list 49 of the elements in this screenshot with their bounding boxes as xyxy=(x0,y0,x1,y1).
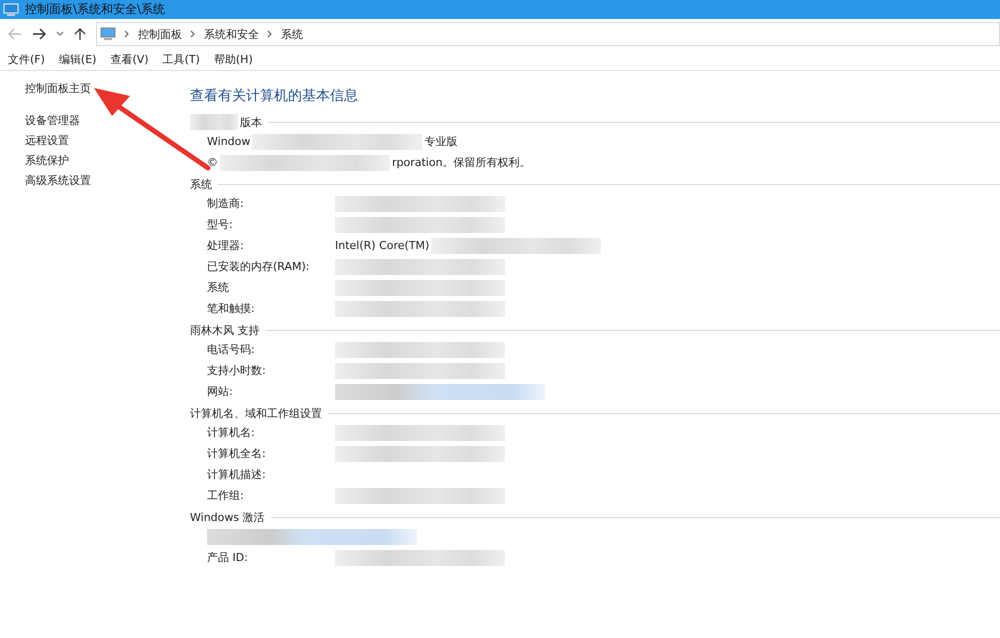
section-heading: 系统 xyxy=(190,176,212,192)
field-label: 计算机全名: xyxy=(207,446,267,461)
menu-item[interactable]: 编辑(E) xyxy=(58,52,96,67)
field-label: 型号: xyxy=(207,217,234,232)
field-label: 计算机描述: xyxy=(207,467,267,482)
field-label: 系统 xyxy=(207,280,230,295)
sidebar-link[interactable]: 系统保护 xyxy=(25,153,190,168)
sidebar-link[interactable]: 控制面板主页 xyxy=(25,81,190,96)
sidebar-link[interactable]: 高级系统设置 xyxy=(25,173,190,188)
menu-item[interactable]: 帮助(H) xyxy=(214,52,253,67)
section-heading: Windows 激活 xyxy=(190,510,265,524)
breadcrumb-item[interactable]: 系统和安全 xyxy=(204,26,259,42)
section-heading: 计算机名、域和工作组设置 xyxy=(190,406,322,420)
section-heading: 版本 xyxy=(240,114,262,130)
field-value: Intel(R) Core(TM) xyxy=(335,239,430,252)
forward-arrow-icon[interactable] xyxy=(32,28,46,40)
chevron-icon xyxy=(190,30,196,38)
field-label: 工作组: xyxy=(207,488,245,503)
breadcrumb-item[interactable]: 控制面板 xyxy=(138,26,182,42)
page-title: 查看有关计算机的基本信息 xyxy=(190,87,359,105)
computer-icon xyxy=(100,26,116,42)
field-label: 处理器: xyxy=(207,238,245,253)
redacted-block xyxy=(190,114,238,130)
computer-icon xyxy=(3,2,19,18)
breadcrumb-item[interactable]: 系统 xyxy=(281,26,303,42)
field-label: 制造商: xyxy=(207,196,245,211)
field-label: 产品 ID: xyxy=(207,550,249,565)
menu-item[interactable]: 查看(V) xyxy=(110,52,149,67)
section-heading: 雨林木风 支持 xyxy=(190,322,260,338)
sidebar-link[interactable]: 远程设置 xyxy=(25,133,190,148)
menu-item[interactable]: 文件(F) xyxy=(8,52,45,67)
menu-item[interactable]: 工具(T) xyxy=(162,52,200,67)
chevron-icon xyxy=(267,30,273,38)
field-value: rporation。保留所有权利。 xyxy=(392,155,531,170)
dropdown-icon[interactable] xyxy=(56,31,64,37)
field-label: 支持小时数: xyxy=(207,363,267,378)
field-value: 专业版 xyxy=(424,134,458,149)
field-label: 笔和触摸: xyxy=(207,301,256,316)
address-bar[interactable]: 控制面板 系统和安全 系统 xyxy=(96,22,1000,46)
window-title: 控制面板\系统和安全\系统 xyxy=(25,1,166,18)
field-label: 电话号码: xyxy=(207,342,256,357)
chevron-icon xyxy=(124,30,130,38)
field-value: Window xyxy=(207,135,250,148)
field-label: 网站: xyxy=(207,384,234,399)
sidebar-link[interactable]: 设备管理器 xyxy=(25,113,190,128)
up-arrow-icon[interactable] xyxy=(74,27,86,41)
field-label: 计算机名: xyxy=(207,425,256,440)
field-label: 已安装的内存(RAM): xyxy=(207,259,311,274)
field-value: © xyxy=(207,156,218,169)
